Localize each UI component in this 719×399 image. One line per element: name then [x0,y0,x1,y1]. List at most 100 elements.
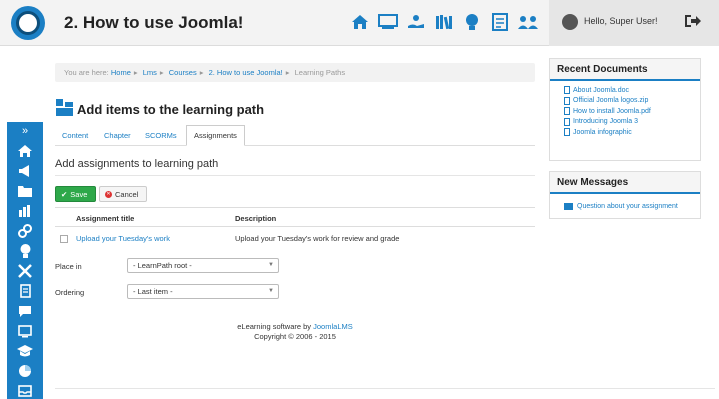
ordering-label: Ordering [55,288,85,297]
cancel-button[interactable]: ✕ Cancel [99,186,147,202]
pie-chart-icon[interactable] [16,363,34,379]
chart-icon[interactable] [16,203,34,219]
document-item[interactable]: Joomla infographic [564,127,686,138]
divider [55,175,535,176]
recent-documents-panel: Recent Documents About Joomla.doc Offici… [549,58,701,161]
breadcrumb-separator: ▸ [199,68,204,77]
tab-assignments[interactable]: Assignments [186,125,245,146]
document-name: How to install Joomla.pdf [573,107,651,115]
table-header: Assignment title Description [55,207,535,227]
message-item[interactable]: Question about your assignment [564,203,686,210]
recent-documents-list: About Joomla.doc Official Joomla logos.z… [550,81,700,142]
lightbulb-icon[interactable] [461,11,483,33]
document-name: About Joomla.doc [573,86,630,94]
library-icon[interactable] [433,11,455,33]
breadcrumb: You are here: Home ▸ Lms ▸ Courses ▸ 2. How… [55,63,535,82]
document-item[interactable]: Introducing Joomla 3 [564,117,686,128]
file-icon [564,128,570,137]
document-item[interactable]: About Joomla.doc [564,85,686,96]
file-icon [564,86,570,95]
document-name: Joomla infographic [573,128,632,136]
file-icon [564,96,570,105]
tools-icon[interactable] [16,263,34,279]
top-bar: 2. How to use Joomla! Hello, Super User! [0,0,719,46]
joomlalms-logo[interactable] [11,6,45,40]
breadcrumb-prefix: You are here: [64,68,109,77]
chevron-down-icon: ▼ [268,262,274,268]
item-type-tabs: Content Chapter SCORMs Assignments [55,124,535,146]
checklist-icon[interactable] [489,11,511,33]
footer-software-prefix: eLearning software by [237,322,312,331]
place-in-label: Place in [55,262,82,271]
envelope-icon [564,203,573,210]
breadcrumb-current: Learning Paths [294,68,346,77]
new-messages-title: New Messages [550,172,700,194]
bulb-icon[interactable] [16,243,34,259]
section-heading: Add assignments to learning path [55,158,219,170]
sidebar-toggle-icon[interactable]: » [7,125,43,137]
place-in-select[interactable]: - LearnPath root - ▼ [127,258,279,273]
assignment-description: Upload your Tuesday's work for review an… [235,234,400,243]
column-header-title: Assignment title [76,214,135,223]
file-icon [564,107,570,116]
place-in-value: - LearnPath root - [133,261,192,270]
graduation-cap-icon[interactable] [16,343,34,359]
breadcrumb-lms[interactable]: Lms [143,68,157,77]
joomlalms-link[interactable]: JoomlaLMS [313,322,353,331]
user-greeting: Hello, Super User! [584,16,658,26]
footer-copyright: Copyright © 2006 - 2015 [254,332,336,341]
user-avatar-icon[interactable] [562,14,578,30]
breadcrumb-courses[interactable]: Courses [169,68,197,77]
new-messages-panel: New Messages Question about your assignm… [549,171,701,219]
breadcrumb-course[interactable]: 2. How to use Joomla! [209,68,283,77]
footer-software: eLearning software by JoomlaLMS [55,322,535,331]
user-area: Hello, Super User! [549,0,719,46]
page-title: Add items to the learning path [77,102,265,117]
logout-icon[interactable] [684,13,702,31]
new-messages-list: Question about your assignment [550,194,700,214]
folder-icon[interactable] [16,183,34,199]
course-title: 2. How to use Joomla! [64,13,244,32]
breadcrumb-separator: ▸ [133,68,138,77]
left-sidebar: » [7,122,43,399]
file-icon [564,117,570,126]
logo-mark [16,11,40,35]
course-menu-icons [349,11,539,33]
cancel-icon: ✕ [105,190,112,198]
breadcrumb-home[interactable]: Home [111,68,131,77]
presentation-icon[interactable] [16,323,34,339]
megaphone-icon[interactable] [16,163,34,179]
recent-documents-title: Recent Documents [550,59,700,81]
hand-holding-icon[interactable] [405,11,427,33]
table-row: Upload your Tuesday's work Upload your T… [55,229,535,247]
cancel-label: Cancel [115,189,139,199]
home-icon[interactable] [16,143,34,159]
home-icon[interactable] [349,11,371,33]
inbox-icon[interactable] [16,383,34,399]
link-icon[interactable] [16,223,34,239]
check-icon: ✔ [61,189,68,199]
breadcrumb-separator: ▸ [159,68,164,77]
tab-scorms[interactable]: SCORMs [145,127,177,144]
chevron-down-icon: ▼ [268,288,274,294]
ordering-select[interactable]: - Last item - ▼ [127,284,279,299]
ordering-value: - Last item - [133,287,173,296]
group-icon[interactable] [517,11,539,33]
save-button[interactable]: ✔ Save [55,186,96,202]
tab-content[interactable]: Content [62,127,88,144]
column-header-description: Description [235,214,277,223]
document-name: Official Joomla logos.zip [573,97,649,105]
divider [55,388,715,389]
breadcrumb-separator: ▸ [285,68,290,77]
chat-icon[interactable] [16,303,34,319]
document-item[interactable]: How to install Joomla.pdf [564,106,686,117]
assignment-title-link[interactable]: Upload your Tuesday's work [76,234,170,243]
save-label: Save [70,189,88,199]
message-subject: Question about your assignment [577,203,678,210]
tab-chapter[interactable]: Chapter [104,127,131,144]
document-icon[interactable] [16,283,34,299]
row-checkbox[interactable] [60,235,68,243]
learning-path-icon [56,99,73,116]
document-item[interactable]: Official Joomla logos.zip [564,96,686,107]
presentation-icon[interactable] [377,11,399,33]
